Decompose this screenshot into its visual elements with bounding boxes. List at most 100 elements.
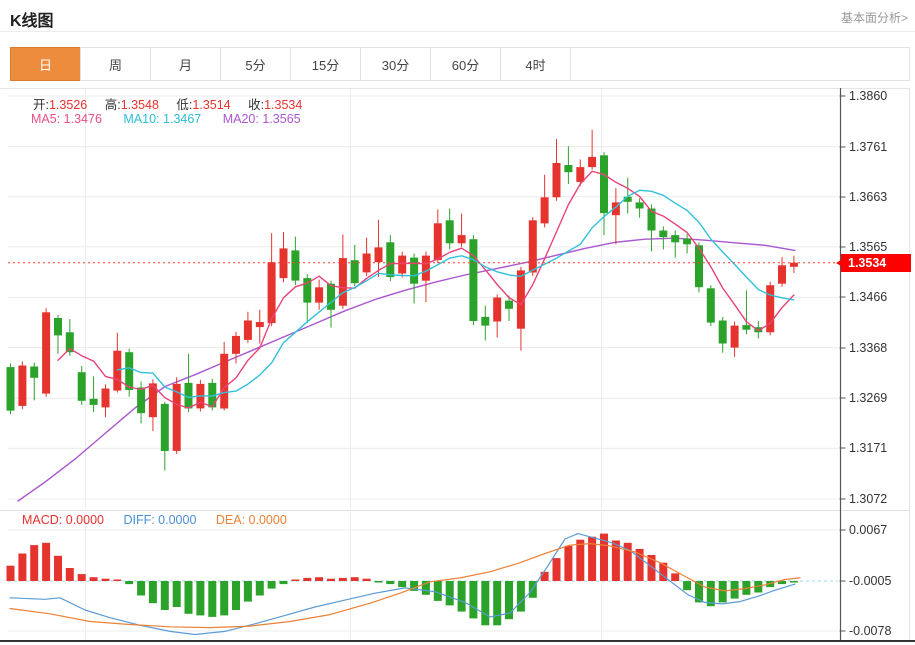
diff-value: DIFF: 0.0000 bbox=[123, 513, 196, 527]
candle-body bbox=[280, 248, 288, 278]
macd-bar bbox=[446, 581, 454, 605]
macd-bar bbox=[280, 581, 288, 584]
candle-body bbox=[30, 367, 38, 378]
macd-bar bbox=[161, 581, 169, 610]
macd-bar bbox=[244, 581, 252, 602]
candle-body bbox=[576, 167, 584, 182]
candle-body bbox=[7, 367, 15, 411]
current-price-tag: 1.3534 bbox=[841, 254, 911, 272]
macd-bar bbox=[469, 581, 477, 618]
macd-bar bbox=[303, 578, 311, 581]
candle-body bbox=[327, 284, 335, 310]
candle-body bbox=[529, 220, 537, 272]
macd-bar bbox=[137, 581, 145, 596]
ma10-line bbox=[117, 190, 794, 397]
kline-widget: K线图 基本面分析> 日周月5分15分30分60分4时 1.38601.3761… bbox=[0, 0, 915, 645]
macd-bar bbox=[398, 581, 406, 587]
y-axis-label: 1.3269 bbox=[849, 391, 887, 405]
macd-bar bbox=[517, 581, 525, 612]
close-label: 收: bbox=[248, 98, 264, 112]
macd-bar bbox=[256, 581, 264, 596]
macd-bar bbox=[291, 580, 299, 582]
candle-body bbox=[54, 318, 62, 335]
macd-value: MACD: 0.0000 bbox=[22, 513, 104, 527]
candle-body bbox=[541, 197, 549, 223]
candle-body bbox=[113, 351, 121, 391]
y-axis-label: 1.3761 bbox=[849, 140, 887, 154]
macd-bar bbox=[671, 573, 679, 581]
candle-body bbox=[102, 389, 110, 408]
ma-legend: MA5: 1.3476 MA10: 1.3467 MA20: 1.3565 bbox=[31, 112, 301, 126]
candle-body bbox=[659, 231, 667, 238]
candle-body bbox=[161, 404, 169, 451]
high-label: 高: bbox=[105, 98, 121, 112]
macd-bar bbox=[541, 572, 549, 581]
candle-body bbox=[232, 336, 240, 354]
candle-body bbox=[137, 388, 145, 414]
macd-bar bbox=[196, 581, 204, 615]
macd-bar bbox=[208, 581, 216, 617]
candle-body bbox=[244, 321, 252, 340]
macd-bar bbox=[173, 581, 181, 607]
candle-body bbox=[351, 260, 359, 283]
macd-bar bbox=[339, 578, 347, 581]
macd-bar bbox=[458, 581, 466, 612]
y-axis-label: 1.3171 bbox=[849, 441, 887, 455]
candle-body bbox=[42, 312, 50, 393]
macd-bar bbox=[66, 568, 74, 581]
candle-body bbox=[683, 239, 691, 245]
candle-body bbox=[481, 317, 489, 326]
candle-body bbox=[742, 325, 750, 330]
macd-bar bbox=[90, 577, 98, 581]
macd-bar bbox=[232, 581, 240, 610]
candle-body bbox=[375, 247, 383, 262]
candle-body bbox=[434, 223, 442, 260]
macd-bar bbox=[719, 581, 727, 602]
candle-body bbox=[778, 265, 786, 283]
macd-bar bbox=[78, 574, 86, 581]
candle-body bbox=[410, 258, 418, 284]
candle-body bbox=[671, 235, 679, 242]
candle-body bbox=[600, 155, 608, 213]
candle-body bbox=[398, 256, 406, 274]
dea-value: DEA: 0.0000 bbox=[216, 513, 287, 527]
macd-axis-label: 0.0067 bbox=[849, 523, 887, 537]
macd-bar bbox=[375, 581, 383, 583]
candle-body bbox=[78, 372, 86, 401]
macd-bar bbox=[54, 556, 62, 581]
candle-body bbox=[707, 288, 715, 322]
candle-body bbox=[636, 202, 644, 208]
macd-bar bbox=[125, 581, 133, 584]
candle-body bbox=[256, 322, 264, 327]
candle-body bbox=[315, 287, 323, 302]
macd-bar bbox=[185, 581, 193, 614]
y-axis-label: 1.3860 bbox=[849, 89, 887, 103]
macd-bar bbox=[790, 581, 798, 583]
low-label: 低: bbox=[176, 98, 192, 112]
macd-bar bbox=[386, 581, 394, 584]
macd-bar bbox=[7, 566, 15, 581]
candle-body bbox=[18, 366, 26, 406]
candle-body bbox=[719, 321, 727, 344]
macd-bar bbox=[564, 546, 572, 581]
candle-body bbox=[731, 326, 739, 348]
macd-bar bbox=[351, 577, 359, 581]
macd-axis-label: -0.0078 bbox=[849, 624, 891, 638]
candle-body bbox=[469, 239, 477, 321]
candle-body bbox=[564, 165, 572, 172]
macd-bar bbox=[434, 581, 442, 601]
macd-legend: MACD: 0.0000 DIFF: 0.0000 DEA: 0.0000 bbox=[22, 513, 287, 527]
macd-bar bbox=[42, 543, 50, 581]
ma20-legend: MA20: 1.3565 bbox=[223, 112, 301, 126]
macd-bar bbox=[683, 581, 691, 590]
high-value: 1.3548 bbox=[121, 98, 159, 112]
ohlc-legend: 开:1.3526 高:1.3548 低:1.3514 收:1.3534 bbox=[33, 94, 316, 113]
candle-body bbox=[90, 399, 98, 405]
candle-body bbox=[588, 157, 596, 167]
open-value: 1.3526 bbox=[49, 98, 87, 112]
y-axis-label: 1.3663 bbox=[849, 190, 887, 204]
candle-body bbox=[505, 301, 513, 309]
candle-body bbox=[220, 354, 228, 409]
macd-bar bbox=[149, 581, 157, 603]
candle-body bbox=[553, 163, 561, 197]
